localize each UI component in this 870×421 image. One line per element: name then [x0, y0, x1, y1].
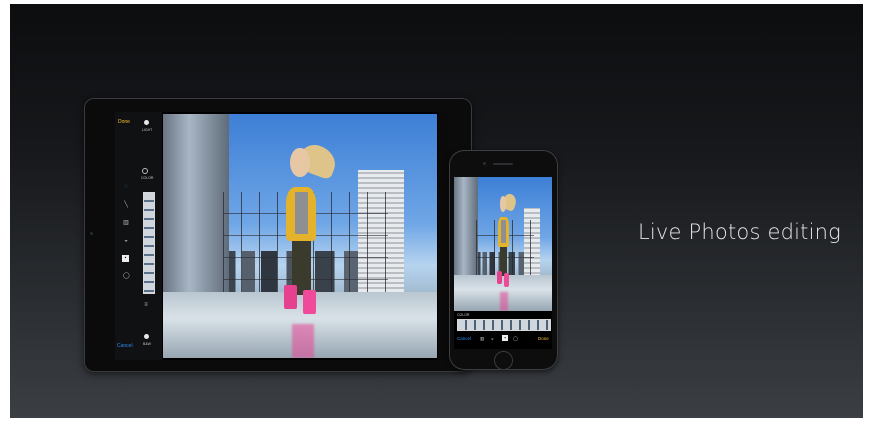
- girl-reflection: [500, 292, 508, 311]
- iphone-adjust-strip[interactable]: [457, 319, 551, 331]
- color-icon[interactable]: [142, 168, 148, 174]
- bw-icon[interactable]: [144, 334, 149, 339]
- girl-reflection: [291, 323, 314, 358]
- girl-boot-left: [497, 270, 502, 285]
- done-button[interactable]: Done: [118, 120, 130, 125]
- cancel-button[interactable]: Cancel: [117, 344, 133, 349]
- ipad-adjust-strip[interactable]: [143, 192, 155, 294]
- adjust-icon[interactable]: ◒: [491, 336, 494, 341]
- crop-icon[interactable]: ◌: [123, 184, 129, 190]
- ipad-live-photo: [163, 114, 437, 358]
- list-icon[interactable]: ≡: [143, 302, 149, 308]
- iphone-camera: [483, 162, 486, 165]
- ipad-edit-toolbar: Done LIGHT COLOR ◌ ╲ ▥ ◒ ▪ ◯ ≡ B&W Cance…: [115, 112, 162, 360]
- girl-boot-right: [302, 289, 317, 315]
- filters-icon[interactable]: ▥: [480, 336, 484, 341]
- girl-shirt: [501, 219, 506, 243]
- girl-shirt: [294, 192, 309, 234]
- markup-icon[interactable]: ▪: [502, 335, 508, 341]
- iphone-live-photo: [454, 177, 552, 311]
- iphone-color-label: COLOR: [457, 313, 470, 317]
- more-icon[interactable]: ◯: [123, 273, 130, 279]
- ipad-device: Done LIGHT COLOR ◌ ╲ ▥ ◒ ▪ ◯ ≡ B&W Cance…: [84, 98, 472, 372]
- iphone-speaker: [493, 163, 513, 165]
- iphone-edit-toolbar: Cancel ▥ ◒ ▪ ◯ Done: [454, 333, 552, 345]
- ipad-side-bar: [438, 112, 448, 360]
- bw-label: B&W: [143, 342, 151, 346]
- wand-icon[interactable]: ╲: [123, 202, 129, 208]
- slide-caption: Live Photos editing: [638, 220, 841, 244]
- more-icon[interactable]: ◯: [513, 336, 518, 341]
- iphone-cancel-button[interactable]: Cancel: [457, 336, 471, 341]
- photo-glass-building: [454, 177, 478, 282]
- color-label: COLOR: [141, 176, 154, 180]
- girl-boot-right: [503, 273, 509, 287]
- ipad-camera: [90, 232, 93, 235]
- photo-glass-building: [163, 114, 229, 305]
- keynote-slide: Done LIGHT COLOR ◌ ╲ ▥ ◒ ▪ ◯ ≡ B&W Cance…: [10, 4, 863, 418]
- ipad-screen: Done LIGHT COLOR ◌ ╲ ▥ ◒ ▪ ◯ ≡ B&W Cance…: [115, 112, 448, 360]
- girl-boot-left: [283, 284, 298, 310]
- markup-icon[interactable]: ▪: [122, 255, 129, 262]
- iphone-device: COLOR Cancel ▥ ◒ ▪ ◯ Done: [449, 150, 558, 370]
- home-button[interactable]: [494, 351, 513, 370]
- filters-icon[interactable]: ▥: [123, 220, 129, 226]
- girl-head: [290, 148, 310, 178]
- iphone-done-button[interactable]: Done: [538, 336, 549, 341]
- light-icon[interactable]: [144, 120, 149, 125]
- iphone-screen: COLOR Cancel ▥ ◒ ▪ ◯ Done: [454, 177, 552, 349]
- adjust-icon[interactable]: ◒: [123, 238, 129, 244]
- light-label: LIGHT: [142, 128, 153, 132]
